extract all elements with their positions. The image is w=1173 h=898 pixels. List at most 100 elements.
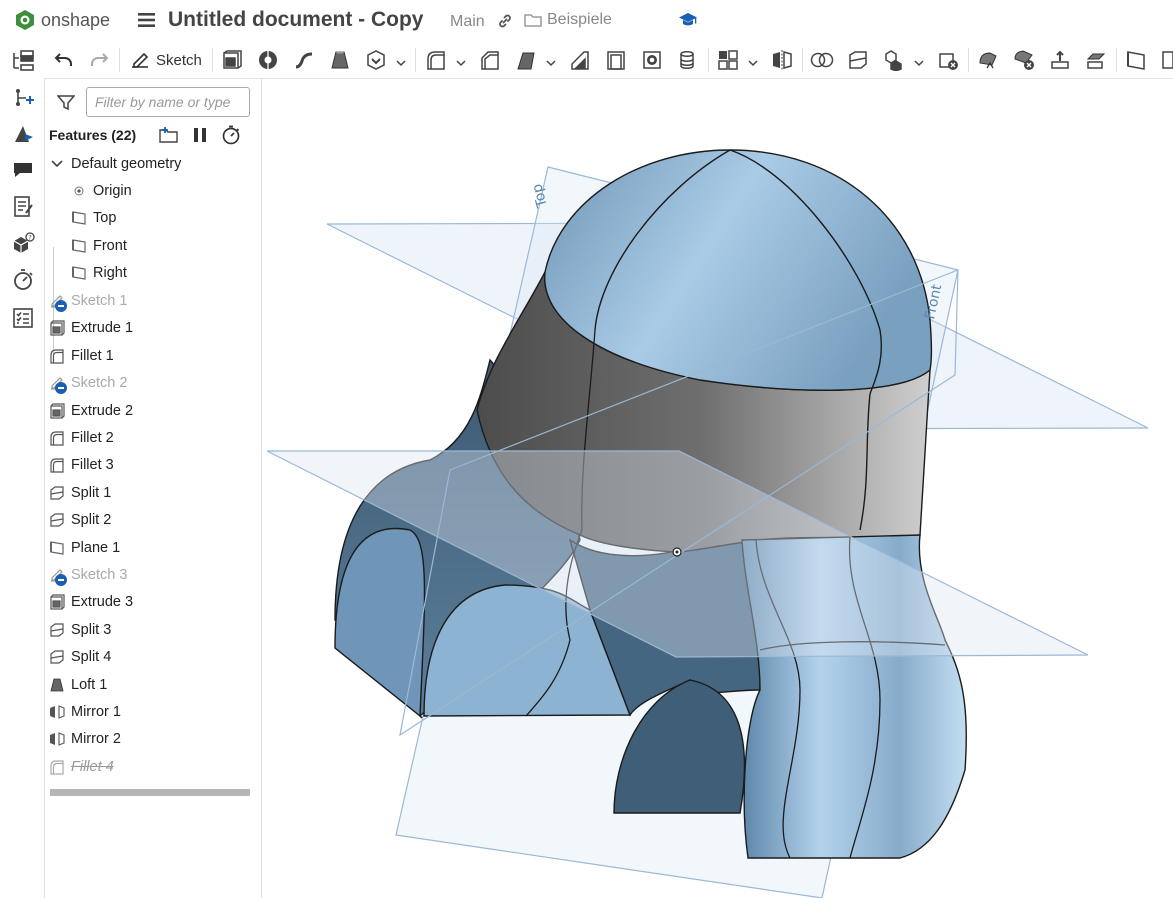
plane-icon[interactable] xyxy=(1124,48,1148,72)
appearance-icon[interactable] xyxy=(10,121,36,147)
plane-top-item[interactable]: Top xyxy=(71,205,116,231)
more-tools-icon[interactable] xyxy=(1156,48,1173,72)
notes-icon[interactable] xyxy=(10,194,36,220)
folder-name: Beispiele xyxy=(547,11,612,28)
pattern-icon[interactable] xyxy=(716,48,740,72)
move-face-icon[interactable] xyxy=(1048,48,1072,72)
origin-icon xyxy=(71,183,87,199)
split-icon[interactable] xyxy=(846,48,870,72)
feature-item[interactable]: Extrude 1 xyxy=(49,315,133,341)
thicken-icon[interactable] xyxy=(364,48,388,72)
feature-item[interactable]: Split 1 xyxy=(49,480,111,506)
feature-item-label: Split 3 xyxy=(71,621,112,638)
feature-item[interactable]: Fillet 1 xyxy=(49,343,114,369)
feature-item[interactable]: Split 2 xyxy=(49,507,111,533)
undo-icon[interactable] xyxy=(52,48,76,72)
sweep-icon[interactable] xyxy=(292,48,316,72)
plane-icon xyxy=(49,540,65,556)
delete-part-icon[interactable] xyxy=(936,48,960,72)
feature-filter-input[interactable] xyxy=(86,87,250,117)
sketch-button[interactable]: Sketch xyxy=(130,48,202,72)
feature-item-label: Fillet 3 xyxy=(71,457,114,474)
boolean-icon[interactable] xyxy=(810,48,834,72)
feature-item-label: Extrude 3 xyxy=(71,594,134,611)
thicken-dropdown-chevron-down-icon[interactable] xyxy=(396,54,406,72)
feature-item[interactable]: Extrude 3 xyxy=(49,589,133,615)
education-cap-icon[interactable] xyxy=(678,11,698,34)
cylinder-icon[interactable] xyxy=(675,48,699,72)
extrude-icon[interactable] xyxy=(220,48,244,72)
revolve-icon[interactable] xyxy=(256,48,280,72)
plane-right-item[interactable]: Right xyxy=(71,260,127,286)
feature-item[interactable]: Split 3 xyxy=(49,617,111,643)
feature-item[interactable]: Sketch 2 xyxy=(49,370,127,396)
checklist-icon[interactable] xyxy=(10,305,36,331)
draft-dropdown-chevron-down-icon[interactable] xyxy=(546,54,556,72)
default-geometry-group[interactable]: Default geometry xyxy=(49,151,181,177)
fillet-dropdown-chevron-down-icon[interactable] xyxy=(456,54,466,72)
pattern-dropdown-chevron-down-icon[interactable] xyxy=(748,54,758,72)
link-icon[interactable] xyxy=(497,13,513,34)
feature-list-icon[interactable] xyxy=(10,48,36,74)
feature-item[interactable]: Plane 1 xyxy=(49,535,120,561)
delete-face-icon[interactable] xyxy=(1012,48,1036,72)
default-geometry-label: Default geometry xyxy=(71,156,182,172)
split-icon xyxy=(49,622,65,638)
mirror-icon[interactable] xyxy=(770,48,794,72)
origin-item[interactable]: Origin xyxy=(71,178,132,204)
measure-icon[interactable] xyxy=(10,267,36,293)
menu-icon[interactable] xyxy=(138,11,156,34)
feature-item[interactable]: Loft 1 xyxy=(49,672,107,698)
pause-icon[interactable] xyxy=(187,124,213,146)
feature-item[interactable]: Sketch 1 xyxy=(49,288,127,314)
transform-icon[interactable] xyxy=(882,48,906,72)
fillet-icon xyxy=(49,759,65,775)
transform-dropdown-chevron-down-icon[interactable] xyxy=(914,54,924,72)
feature-item[interactable]: Sketch 3 xyxy=(49,562,127,588)
logo-text: onshape xyxy=(41,9,111,30)
plane-icon xyxy=(71,265,87,281)
feature-item[interactable]: Mirror 2 xyxy=(49,726,121,752)
shell-icon[interactable] xyxy=(604,48,628,72)
feature-item[interactable]: Fillet 2 xyxy=(49,425,114,451)
modify-fillet-icon[interactable] xyxy=(976,48,1000,72)
feature-item[interactable]: Fillet 3 xyxy=(49,452,114,478)
redo-icon[interactable] xyxy=(87,48,111,72)
origin-marker[interactable] xyxy=(672,547,682,557)
add-folder-icon[interactable] xyxy=(156,124,182,146)
chamfer-icon[interactable] xyxy=(478,48,502,72)
onshape-logo[interactable]: onshape xyxy=(14,9,110,31)
loft-icon[interactable] xyxy=(328,48,352,72)
feature-item[interactable]: Mirror 1 xyxy=(49,699,121,725)
draft-icon[interactable] xyxy=(514,48,538,72)
stopwatch-icon[interactable] xyxy=(218,124,244,146)
feature-item-label: Extrude 2 xyxy=(71,402,134,419)
branch-name[interactable]: Main xyxy=(450,13,485,31)
folder-breadcrumb[interactable]: Beispiele xyxy=(524,11,612,29)
replace-face-icon[interactable] xyxy=(1084,48,1108,72)
configurations-icon[interactable]: ? xyxy=(10,231,36,257)
plane-front-item[interactable]: Front xyxy=(71,233,127,259)
document-title[interactable]: Untitled document - Copy xyxy=(168,8,424,32)
sketch-icon xyxy=(49,375,67,395)
hole-icon[interactable] xyxy=(640,48,664,72)
feature-item[interactable]: Split 4 xyxy=(49,644,111,670)
graphics-viewport[interactable]: Top Front xyxy=(262,79,1173,898)
feature-list-scrollbar[interactable] xyxy=(50,789,250,796)
feature-item[interactable]: Fillet 4 xyxy=(49,754,114,780)
feature-item[interactable]: Extrude 2 xyxy=(49,398,133,424)
insert-mate-connector-icon[interactable] xyxy=(10,84,36,110)
comments-icon[interactable] xyxy=(10,157,36,183)
sketch-icon xyxy=(49,293,67,312)
fillet-icon[interactable] xyxy=(424,48,448,72)
feature-item-label: Plane 1 xyxy=(71,539,121,556)
split-icon xyxy=(49,649,65,665)
rib-icon[interactable] xyxy=(568,48,592,72)
features-count-header: Features (22) xyxy=(49,127,137,143)
extrude-icon xyxy=(49,594,65,610)
feature-item-label: Split 2 xyxy=(71,512,112,529)
filter-icon[interactable] xyxy=(56,95,76,116)
left-rail: ? xyxy=(0,42,45,898)
model-view[interactable]: Top Front xyxy=(262,79,1173,898)
chevron-down-icon[interactable] xyxy=(49,156,65,172)
